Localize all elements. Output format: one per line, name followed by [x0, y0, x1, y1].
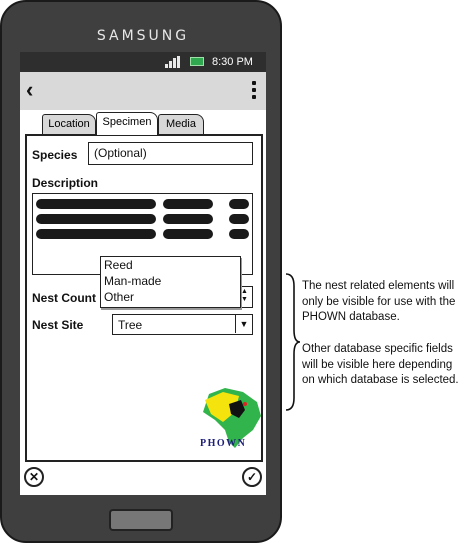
annotation-database-fields: Other database specific fields will be v… — [302, 343, 459, 386]
bottom-bar: ✕ ✓ — [20, 462, 266, 495]
species-input[interactable]: (Optional) — [88, 142, 253, 165]
cancel-icon[interactable]: ✕ — [24, 467, 44, 487]
brand-label: SAMSUNG — [96, 28, 190, 44]
annotation-nest-elements: The nest related elements will only be v… — [302, 280, 456, 323]
description-label: Description — [32, 176, 99, 190]
nest-site-select[interactable]: Tree ▼ — [112, 314, 253, 335]
tab-location[interactable]: Location — [42, 114, 96, 134]
confirm-check-icon[interactable]: ✓ — [242, 467, 262, 487]
nest-count-label: Nest Count — [32, 291, 96, 305]
back-arrow-icon[interactable]: ‹ — [26, 78, 33, 102]
species-label: Species — [32, 148, 78, 162]
nest-site-value: Tree — [118, 318, 143, 332]
dropdown-option-man-made[interactable]: Man-made — [101, 273, 240, 289]
tab-media[interactable]: Media — [158, 114, 204, 134]
curly-brace — [285, 273, 301, 411]
nest-site-label: Nest Site — [32, 318, 84, 332]
signal-icon — [165, 56, 181, 68]
screen: 8:30 PM ‹ Location Specimen Media Specie… — [20, 52, 266, 495]
tab-specimen[interactable]: Specimen — [96, 112, 158, 135]
status-time: 8:30 PM — [212, 56, 253, 68]
battery-icon — [190, 57, 204, 66]
tab-bar: Location Specimen Media — [20, 110, 266, 136]
phone-frame: SAMSUNG 8:30 PM ‹ Location Specimen Medi… — [0, 0, 282, 543]
dropdown-option-reed[interactable]: Reed — [101, 257, 240, 273]
chevron-down-icon[interactable]: ▼ — [235, 315, 252, 333]
nest-site-dropdown: Reed Man-made Other — [100, 256, 241, 308]
dropdown-option-other[interactable]: Other — [101, 289, 240, 305]
phown-logo-text: PHOWN — [200, 438, 247, 449]
overflow-menu-icon[interactable] — [252, 81, 256, 101]
status-bar: 8:30 PM — [20, 52, 266, 72]
action-bar: ‹ — [20, 72, 266, 110]
home-button[interactable] — [109, 509, 173, 531]
